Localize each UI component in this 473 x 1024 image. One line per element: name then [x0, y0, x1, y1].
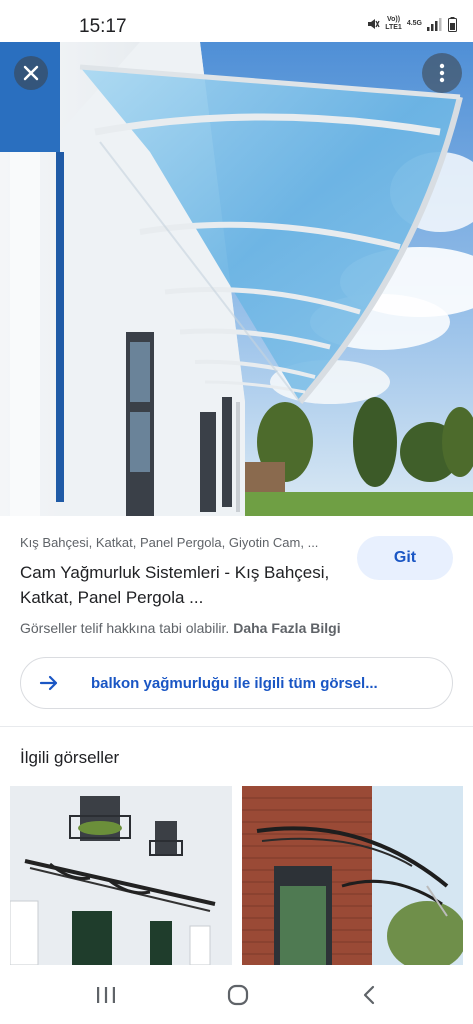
navigation-bar	[0, 965, 473, 1024]
signal-icon	[427, 17, 442, 31]
copyright-notice: Görseller telif hakkına tabi olabilir. D…	[20, 620, 341, 636]
related-image-1[interactable]	[10, 786, 232, 965]
status-bar: 15:17 Vo)) LTE1 4.5G	[0, 0, 473, 42]
more-options-button[interactable]	[422, 53, 462, 93]
arrow-right-icon	[39, 675, 58, 691]
close-button[interactable]	[14, 56, 48, 90]
battery-icon	[448, 16, 457, 32]
network-top: Vo))	[386, 16, 401, 23]
status-time: 15:17	[79, 16, 127, 37]
more-info-link[interactable]: Daha Fazla Bilgi	[233, 620, 340, 636]
home-icon[interactable]	[226, 983, 250, 1007]
network-gen: 4.5G	[406, 20, 422, 27]
all-images-label: balkon yağmurluğu ile ilgili tüm görsel.…	[91, 674, 378, 692]
go-button[interactable]: Git	[357, 536, 453, 580]
result-title[interactable]: Cam Yağmurluk Sistemleri - Kış Bahçesi, …	[20, 560, 340, 610]
result-source[interactable]: Kış Bahçesi, Katkat, Panel Pergola, Giyo…	[20, 535, 340, 550]
section-divider	[0, 726, 473, 727]
more-vertical-icon	[439, 63, 445, 83]
network-bottom: LTE1	[385, 24, 402, 31]
related-image-2[interactable]	[242, 786, 463, 965]
recent-apps-icon[interactable]	[94, 983, 118, 1007]
all-images-button[interactable]: balkon yağmurluğu ile ilgili tüm görsel.…	[20, 657, 453, 709]
main-image[interactable]	[0, 42, 473, 516]
close-icon	[23, 65, 39, 81]
back-icon[interactable]	[358, 983, 382, 1007]
mute-icon	[368, 19, 380, 29]
network-label: Vo)) LTE1	[385, 16, 402, 32]
related-images-heading: İlgili görseller	[20, 748, 120, 767]
status-icons: Vo)) LTE1 4.5G	[366, 16, 457, 32]
copyright-text: Görseller telif hakkına tabi olabilir.	[20, 620, 230, 636]
